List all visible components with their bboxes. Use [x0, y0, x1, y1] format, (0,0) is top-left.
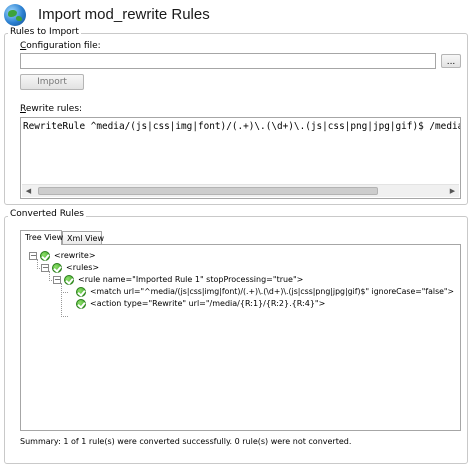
tree-connector [61, 316, 68, 317]
scroll-thumb[interactable] [38, 187, 378, 195]
tab-xml-view[interactable]: Xml View [62, 231, 104, 245]
rewrite-rules-textarea[interactable]: RewriteRule ^media/(js|css|img|font)/(.+… [20, 117, 461, 199]
rewrite-rules-text: RewriteRule ^media/(js|css|img|font)/(.+… [23, 121, 460, 132]
converted-rules-label: Converted Rules [8, 209, 86, 219]
collapse-icon[interactable]: − [53, 276, 61, 284]
tree-node-label: <rules> [66, 263, 100, 272]
collapse-icon[interactable]: − [29, 252, 37, 260]
header: Import mod_rewrite Rules [4, 4, 464, 28]
tree-node-match[interactable]: <match url="^media/(js|css|img|font)/(.+… [21, 286, 456, 298]
globe-icon [4, 4, 26, 26]
success-check-icon [76, 287, 86, 297]
tree-node-label: <rule name="Imported Rule 1" stopProcess… [78, 275, 304, 284]
conversion-summary: Summary: 1 of 1 rule(s) were converted s… [20, 437, 352, 446]
success-check-icon [52, 263, 62, 273]
config-file-input[interactable] [20, 53, 436, 69]
success-check-icon [64, 275, 74, 285]
tree-node-rule[interactable]: − <rule name="Imported Rule 1" stopProce… [21, 274, 451, 286]
collapse-icon[interactable]: − [41, 264, 49, 272]
tree-node-label: <action type="Rewrite" url="/media/{R:1}… [90, 299, 326, 308]
tree-node-label: <rewrite> [54, 251, 96, 260]
tree-node-rules[interactable]: − <rules> [21, 262, 451, 274]
success-check-icon [76, 299, 86, 309]
tree-view-panel: − <rewrite> − <rules> − <rule name="Impo… [20, 244, 461, 431]
rules-to-import-label: Rules to Import [8, 27, 81, 37]
scroll-left-icon[interactable]: ◀ [22, 185, 35, 197]
scroll-right-icon[interactable]: ▶ [446, 185, 459, 197]
tree-node-label: <match url="^media/(js|css|img|font)/(.+… [90, 287, 455, 296]
tree-node-action[interactable]: <action type="Rewrite" url="/media/{R:1}… [21, 298, 451, 310]
import-button[interactable]: Import [20, 74, 84, 90]
tab-tree-view[interactable]: Tree View [20, 230, 63, 245]
horizontal-scrollbar[interactable]: ◀ ▶ [22, 184, 459, 197]
rewrite-rules-label: Rewrite rules: [20, 104, 83, 114]
config-file-label: Configuration file: [20, 41, 101, 51]
browse-button[interactable]: ... [441, 54, 461, 68]
page-title: Import mod_rewrite Rules [38, 6, 210, 23]
tree-node-rewrite[interactable]: − <rewrite> [21, 250, 451, 262]
success-check-icon [40, 251, 50, 261]
